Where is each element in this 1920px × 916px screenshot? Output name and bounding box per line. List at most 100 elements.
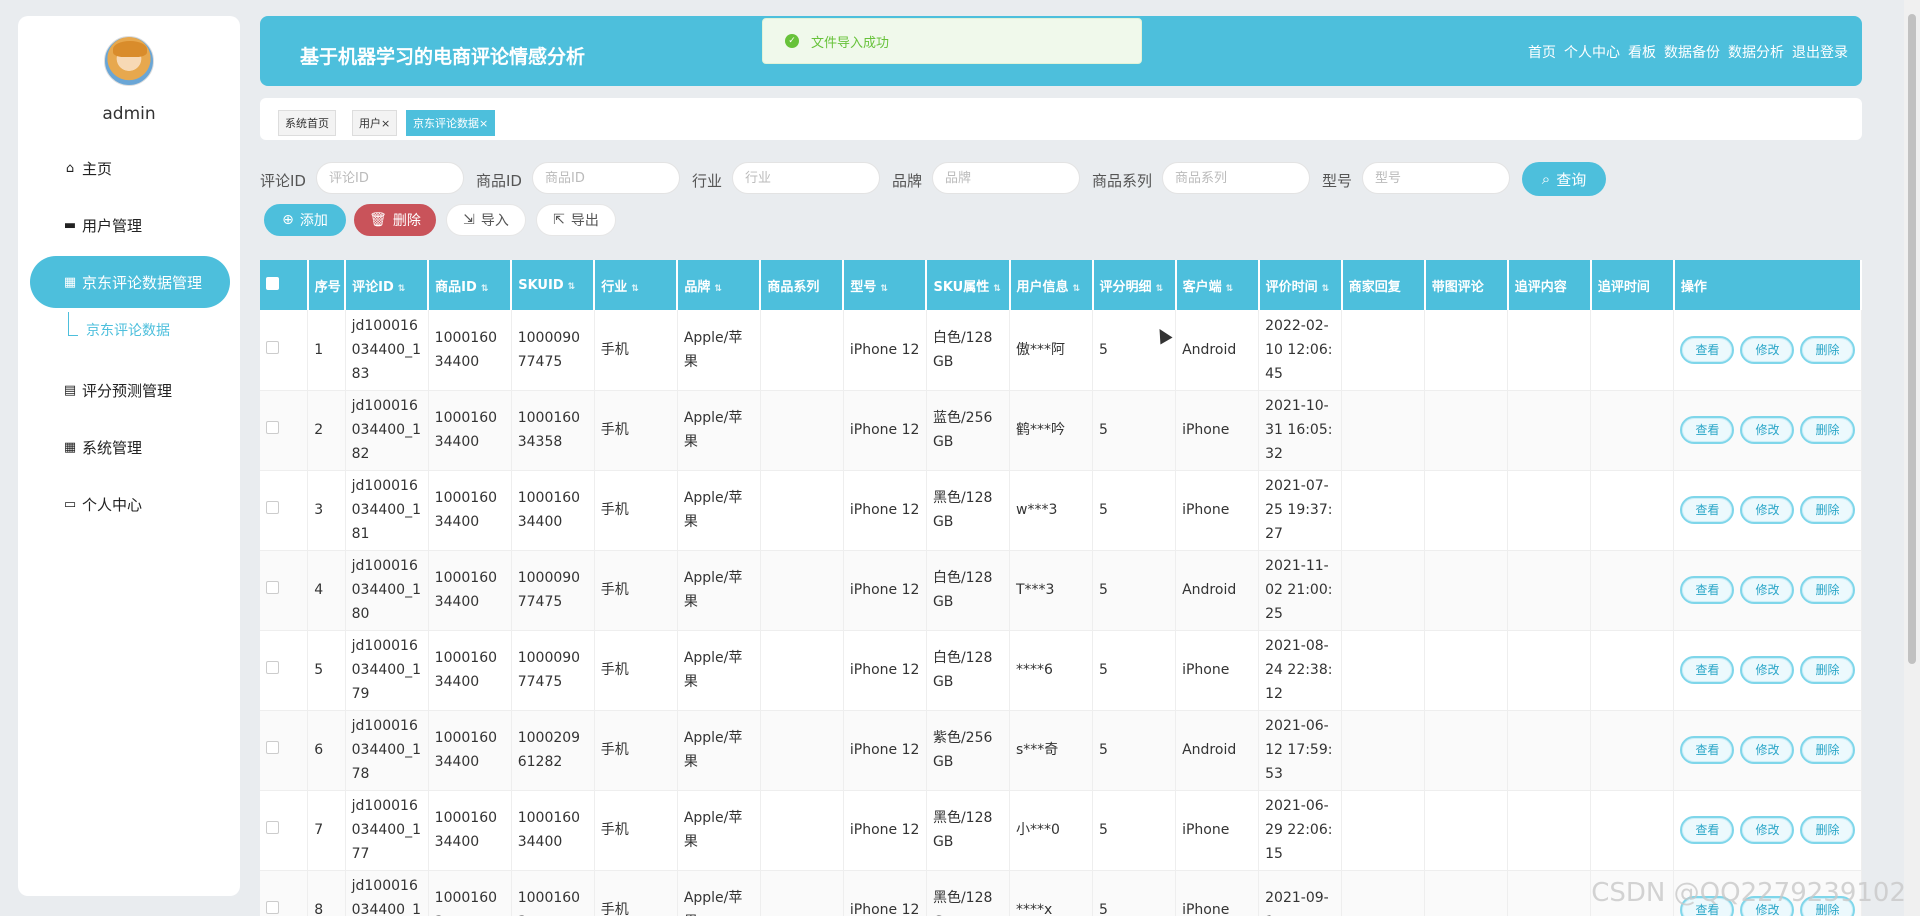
column-header[interactable]: 行业 ⇅ [594, 260, 679, 310]
row-select-cell[interactable] [260, 870, 309, 916]
table-row[interactable]: 6 jd100016034400_178 100016034400 100020961… [260, 710, 1862, 791]
sort-icon[interactable]: ⇅ [993, 284, 1001, 294]
column-header[interactable]: SKUID ⇅ [511, 260, 596, 310]
sort-icon[interactable]: ⇅ [398, 284, 406, 294]
row-checkbox[interactable] [266, 901, 279, 914]
table-row[interactable]: 4 jd100016034400_180 100016034400 100009077… [260, 550, 1862, 631]
row-checkbox[interactable] [266, 741, 279, 754]
row-delete-button[interactable]: 删除 [1800, 736, 1855, 764]
nav-data-analysis[interactable]: 数据分析 [1728, 42, 1784, 62]
view-button[interactable]: 查看 [1680, 335, 1735, 364]
sidebar-item-home[interactable]: ⌂ 主页 [30, 142, 230, 194]
tab-jd-comment-data[interactable]: 京东评论数据× [406, 110, 496, 136]
row-select-cell[interactable] [260, 710, 309, 791]
view-button[interactable]: 查看 [1680, 656, 1735, 684]
model-input[interactable] [1362, 162, 1510, 194]
edit-button[interactable]: 修改 [1740, 416, 1795, 444]
nav-data-backup[interactable]: 数据备份 [1664, 42, 1720, 62]
product-id-input[interactable] [532, 162, 680, 194]
row-checkbox[interactable] [266, 501, 279, 514]
row-select-cell[interactable] [260, 310, 309, 391]
column-header[interactable]: 品牌 ⇅ [677, 260, 762, 310]
tab-user[interactable]: 用户× [352, 110, 398, 136]
nav-dashboard[interactable]: 看板 [1628, 42, 1656, 62]
row-delete-button[interactable]: 删除 [1800, 416, 1855, 444]
row-delete-button[interactable]: 删除 [1800, 576, 1855, 604]
table-row[interactable]: 1 jd100016034400_183 100016034400 100009077… [260, 310, 1862, 391]
column-header[interactable]: 序号 [307, 260, 347, 310]
query-button[interactable]: ⌕ 查询 [1522, 162, 1606, 196]
column-header[interactable]: 带图评论 [1424, 260, 1509, 310]
sidebar-item-jd-comment-management[interactable]: ▦ 京东评论数据管理 [30, 256, 230, 308]
edit-button[interactable]: 修改 [1740, 335, 1795, 364]
edit-button[interactable]: 修改 [1740, 576, 1795, 604]
industry-input[interactable] [732, 162, 880, 194]
add-button[interactable]: ⊕ 添加 [264, 204, 346, 236]
edit-button[interactable]: 修改 [1740, 736, 1795, 764]
nav-personal-center[interactable]: 个人中心 [1564, 42, 1620, 62]
column-header[interactable]: 追评内容 [1507, 260, 1592, 310]
edit-button[interactable]: 修改 [1740, 496, 1795, 524]
row-delete-button[interactable]: 删除 [1800, 335, 1855, 364]
view-button[interactable]: 查看 [1680, 416, 1735, 444]
row-checkbox[interactable] [266, 821, 279, 834]
column-header[interactable]: 型号 ⇅ [843, 260, 928, 310]
column-header[interactable]: 商品ID ⇅ [428, 260, 513, 310]
row-delete-button[interactable]: 删除 [1800, 656, 1855, 684]
column-header[interactable]: 用户信息 ⇅ [1009, 260, 1094, 310]
column-header[interactable]: 评论ID ⇅ [345, 260, 430, 310]
sidebar-item-system-management[interactable]: ▦ 系统管理 [30, 421, 230, 473]
row-checkbox[interactable] [266, 661, 279, 674]
column-header[interactable]: 商品系列 [760, 260, 845, 310]
sort-icon[interactable]: ⇅ [568, 282, 576, 292]
sort-icon[interactable]: ⇅ [1226, 284, 1234, 294]
view-button[interactable]: 查看 [1680, 736, 1735, 764]
view-button[interactable]: 查看 [1680, 496, 1735, 524]
avatar[interactable] [104, 36, 154, 86]
brand-input[interactable] [932, 162, 1080, 194]
row-select-cell[interactable] [260, 550, 309, 631]
sidebar-item-score-prediction[interactable]: ▤ 评分预测管理 [30, 364, 230, 416]
sidebar-item-personal-center[interactable]: ▭ 个人中心 [30, 478, 230, 530]
scrollbar-thumb[interactable] [1908, 14, 1916, 664]
sort-icon[interactable]: ⇅ [1156, 284, 1164, 294]
column-header[interactable]: 评价时间 ⇅ [1258, 260, 1343, 310]
submenu-jd-comment-data[interactable]: 京东评论数据 [86, 320, 170, 340]
row-checkbox[interactable] [266, 421, 279, 434]
comment-id-input[interactable] [316, 162, 464, 194]
column-header[interactable]: 追评时间 [1590, 260, 1675, 310]
export-button[interactable]: ⇱ 导出 [536, 204, 616, 236]
row-select-cell[interactable] [260, 390, 309, 471]
nav-home[interactable]: 首页 [1528, 42, 1556, 62]
sort-icon[interactable]: ⇅ [714, 284, 722, 294]
sidebar-item-user-management[interactable]: ▬ 用户管理 [30, 199, 230, 251]
column-header[interactable]: SKU属性 ⇅ [926, 260, 1011, 310]
sort-icon[interactable]: ⇅ [1073, 284, 1081, 294]
table-row[interactable]: 7 jd100016034400_177 100016034400 100016034… [260, 790, 1862, 871]
view-button[interactable]: 查看 [1680, 816, 1735, 844]
select-all-checkbox[interactable] [266, 276, 279, 290]
view-button[interactable]: 查看 [1680, 576, 1735, 604]
row-checkbox[interactable] [266, 340, 279, 354]
row-checkbox[interactable] [266, 581, 279, 594]
import-button[interactable]: ⇲ 导入 [446, 204, 526, 236]
row-select-cell[interactable] [260, 630, 309, 711]
table-row[interactable]: 3 jd100016034400_181 100016034400 100016034… [260, 470, 1862, 551]
column-header[interactable]: 客户端 ⇅ [1175, 260, 1260, 310]
row-delete-button[interactable]: 删除 [1800, 816, 1855, 844]
select-all-cell[interactable] [260, 260, 309, 310]
row-delete-button[interactable]: 删除 [1800, 496, 1855, 524]
edit-button[interactable]: 修改 [1740, 656, 1795, 684]
table-row[interactable]: 5 jd100016034400_179 100016034400 100009077… [260, 630, 1862, 711]
tab-system-home[interactable]: 系统首页 [278, 110, 336, 136]
sort-icon[interactable]: ⇅ [631, 284, 639, 294]
series-input[interactable] [1162, 162, 1310, 194]
row-select-cell[interactable] [260, 790, 309, 871]
sort-icon[interactable]: ⇅ [1322, 284, 1330, 294]
sort-icon[interactable]: ⇅ [481, 284, 489, 294]
column-header[interactable]: 评分明细 ⇅ [1092, 260, 1177, 310]
column-header[interactable]: 商家回复 [1341, 260, 1426, 310]
edit-button[interactable]: 修改 [1740, 816, 1795, 844]
table-row[interactable]: 2 jd100016034400_182 100016034400 100016034… [260, 390, 1862, 471]
row-select-cell[interactable] [260, 470, 309, 551]
